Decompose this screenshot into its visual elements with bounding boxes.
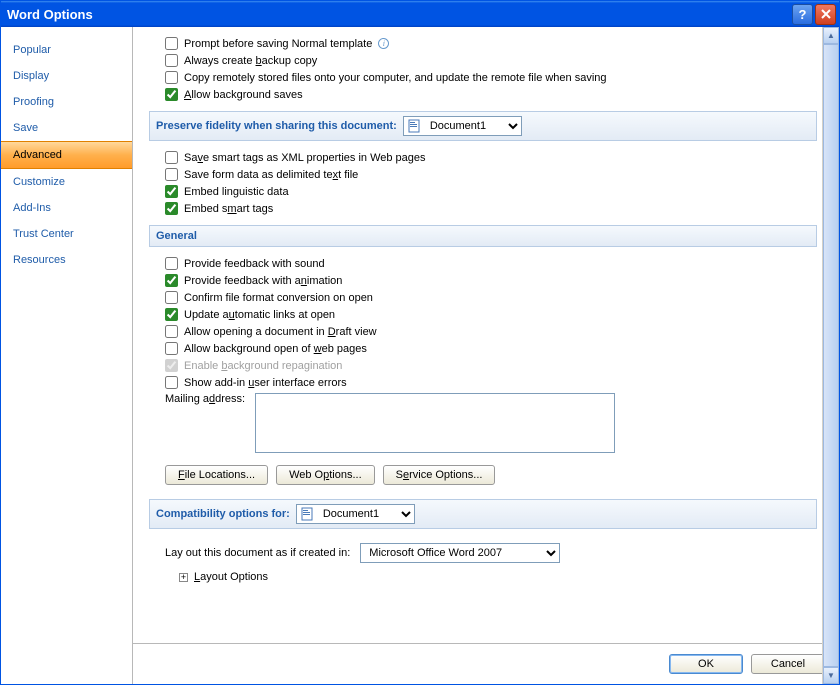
label-form-data: Save form data as delimited text file <box>184 169 358 181</box>
label-copy-remote: Copy remotely stored files onto your com… <box>184 72 607 84</box>
option-animation: Provide feedback with animation <box>149 272 817 289</box>
label-smart-tags-xml: Save smart tags as XML properties in Web… <box>184 152 426 164</box>
option-form-data: Save form data as delimited text file <box>149 166 817 183</box>
option-sound: Provide feedback with sound <box>149 255 817 272</box>
label-background-saves: Allow background saves <box>184 89 303 101</box>
label-animation: Provide feedback with animation <box>184 275 342 287</box>
option-backup: Always create backup copy <box>149 52 817 69</box>
checkbox-sound[interactable] <box>165 257 178 270</box>
word-options-dialog: Word Options ? Popular Display Proofing … <box>0 0 840 685</box>
sidebar-item-resources[interactable]: Resources <box>1 247 132 273</box>
layout-as-select[interactable]: Microsoft Office Word 2007 <box>360 543 560 563</box>
general-button-row: File Locations... Web Options... Service… <box>149 455 817 491</box>
option-confirm-convert: Confirm file format conversion on open <box>149 289 817 306</box>
checkbox-smart-tags-xml[interactable] <box>165 151 178 164</box>
mailing-address-row: Mailing address: <box>149 391 817 455</box>
layout-options-row[interactable]: + Layout Options <box>149 565 817 585</box>
checkbox-backup[interactable] <box>165 54 178 67</box>
file-locations-button[interactable]: File Locations... <box>165 465 268 485</box>
cancel-button[interactable]: Cancel <box>751 654 825 674</box>
scroll-thumb[interactable] <box>823 44 839 667</box>
sidebar-item-save[interactable]: Save <box>1 115 132 141</box>
titlebar: Word Options ? <box>1 1 839 27</box>
category-sidebar: Popular Display Proofing Save Advanced C… <box>1 27 133 684</box>
window-title: Word Options <box>7 7 790 22</box>
compat-document-select[interactable]: Document1 <box>296 504 415 524</box>
sidebar-item-advanced[interactable]: Advanced <box>1 141 132 169</box>
checkbox-copy-remote[interactable] <box>165 71 178 84</box>
option-background-saves: Allow background saves <box>149 86 817 103</box>
web-options-button[interactable]: Web Options... <box>276 465 375 485</box>
close-button[interactable] <box>815 4 836 25</box>
label-confirm-convert: Confirm file format conversion on open <box>184 292 373 304</box>
label-embed-smart: Embed smart tags <box>184 203 273 215</box>
label-addin-errors: Show add-in user interface errors <box>184 377 347 389</box>
checkbox-addin-errors[interactable] <box>165 376 178 389</box>
label-bg-web: Allow background open of web pages <box>184 343 367 355</box>
checkbox-animation[interactable] <box>165 274 178 287</box>
option-auto-links: Update automatic links at open <box>149 306 817 323</box>
checkbox-linguistic[interactable] <box>165 185 178 198</box>
option-bg-web: Allow background open of web pages <box>149 340 817 357</box>
info-icon[interactable]: i <box>378 38 389 49</box>
sidebar-item-proofing[interactable]: Proofing <box>1 89 132 115</box>
label-prompt-normal: Prompt before saving Normal template <box>184 38 372 50</box>
option-prompt-normal: Prompt before saving Normal template i <box>149 35 817 52</box>
checkbox-form-data[interactable] <box>165 168 178 181</box>
ok-button[interactable]: OK <box>669 654 743 674</box>
section-general: General <box>149 225 817 247</box>
vertical-scrollbar[interactable]: ▲ ▼ <box>822 27 839 684</box>
dialog-footer: OK Cancel <box>133 643 839 684</box>
label-draft-view: Allow opening a document in Draft view <box>184 326 377 338</box>
option-repagination: Enable background repagination <box>149 357 817 374</box>
option-draft-view: Allow opening a document in Draft view <box>149 323 817 340</box>
option-embed-smart: Embed smart tags <box>149 200 817 217</box>
section-preserve-label: Preserve fidelity when sharing this docu… <box>156 120 397 132</box>
section-general-label: General <box>156 230 197 242</box>
section-preserve-fidelity: Preserve fidelity when sharing this docu… <box>149 111 817 141</box>
checkbox-bg-web[interactable] <box>165 342 178 355</box>
option-copy-remote: Copy remotely stored files onto your com… <box>149 69 817 86</box>
layout-options-label: Layout Options <box>194 571 268 583</box>
checkbox-embed-smart[interactable] <box>165 202 178 215</box>
checkbox-prompt-normal[interactable] <box>165 37 178 50</box>
scroll-down-arrow[interactable]: ▼ <box>823 667 839 684</box>
sidebar-item-trust-center[interactable]: Trust Center <box>1 221 132 247</box>
content-pane: Prompt before saving Normal template i A… <box>133 27 839 684</box>
sidebar-item-popular[interactable]: Popular <box>1 37 132 63</box>
scroll-up-arrow[interactable]: ▲ <box>823 27 839 44</box>
sidebar-item-addins[interactable]: Add-Ins <box>1 195 132 221</box>
layout-as-label: Lay out this document as if created in: <box>165 547 350 559</box>
section-compat-label: Compatibility options for: <box>156 508 290 520</box>
close-icon <box>821 9 831 19</box>
mailing-address-input[interactable] <box>255 393 615 453</box>
dialog-body: Popular Display Proofing Save Advanced C… <box>1 27 839 684</box>
option-smart-tags-xml: Save smart tags as XML properties in Web… <box>149 149 817 166</box>
checkbox-confirm-convert[interactable] <box>165 291 178 304</box>
label-backup: Always create backup copy <box>184 55 317 67</box>
checkbox-auto-links[interactable] <box>165 308 178 321</box>
sidebar-item-display[interactable]: Display <box>1 63 132 89</box>
option-addin-errors: Show add-in user interface errors <box>149 374 817 391</box>
checkbox-background-saves[interactable] <box>165 88 178 101</box>
checkbox-repagination <box>165 359 178 372</box>
checkbox-draft-view[interactable] <box>165 325 178 338</box>
section-compatibility: Compatibility options for: Document1 <box>149 499 817 529</box>
label-repagination: Enable background repagination <box>184 360 342 372</box>
label-auto-links: Update automatic links at open <box>184 309 335 321</box>
label-sound: Provide feedback with sound <box>184 258 325 270</box>
expand-icon: + <box>179 573 188 582</box>
service-options-button[interactable]: Service Options... <box>383 465 496 485</box>
help-button[interactable]: ? <box>792 4 813 25</box>
sidebar-item-customize[interactable]: Customize <box>1 169 132 195</box>
mailing-address-label: Mailing address: <box>165 393 245 453</box>
layout-as-row: Lay out this document as if created in: … <box>149 537 817 565</box>
option-linguistic: Embed linguistic data <box>149 183 817 200</box>
preserve-document-select[interactable]: Document1 <box>403 116 522 136</box>
label-linguistic: Embed linguistic data <box>184 186 289 198</box>
scroll-area[interactable]: Prompt before saving Normal template i A… <box>133 27 839 643</box>
